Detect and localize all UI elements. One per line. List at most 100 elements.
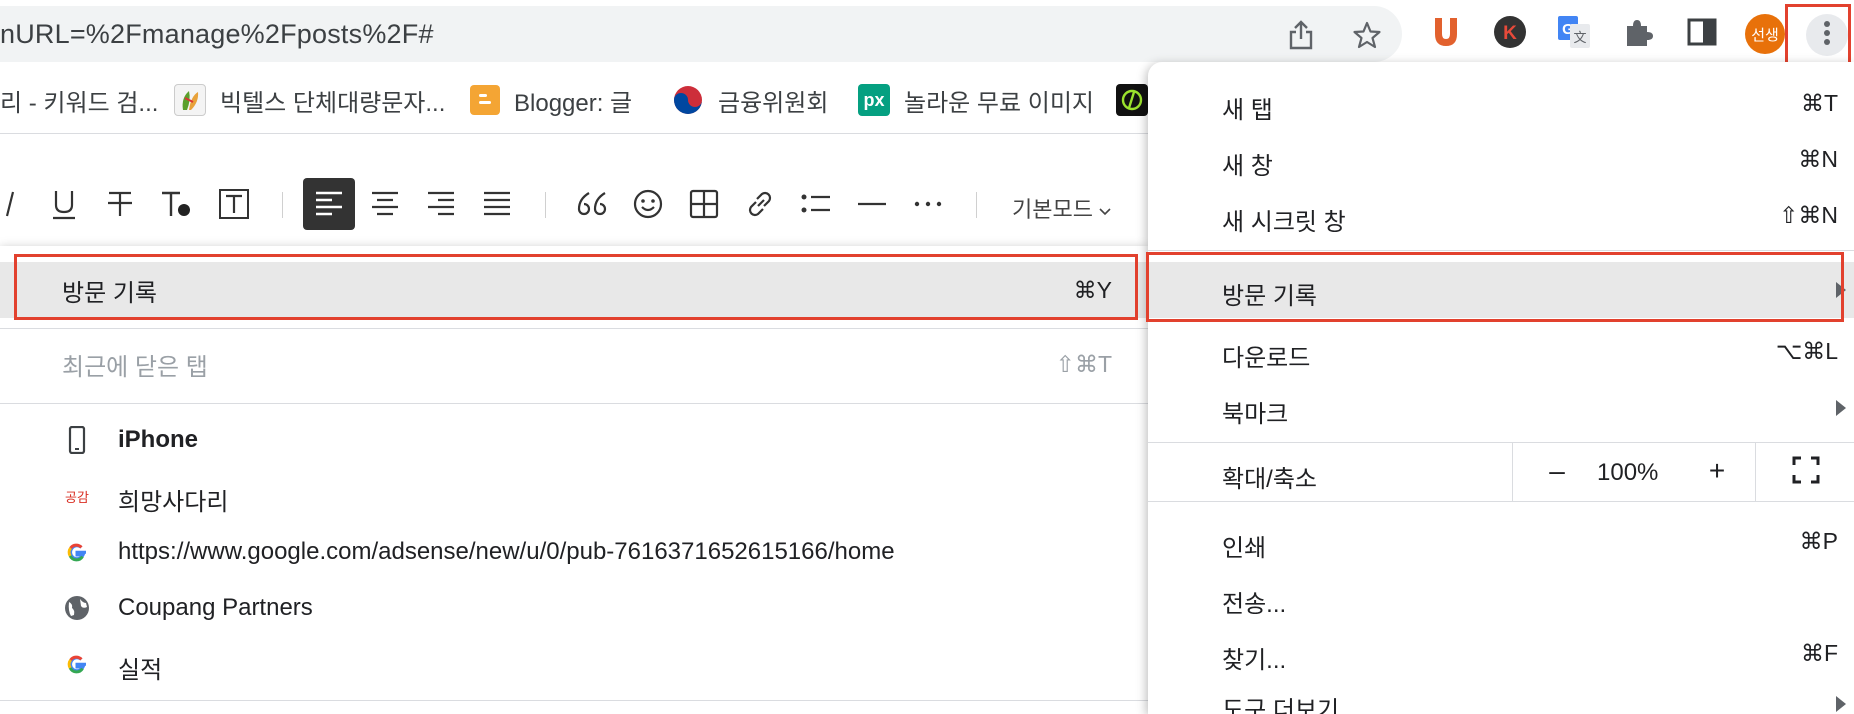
submenu-history-entry[interactable]: 실적 [0, 636, 1148, 692]
bookmark-item[interactable]: 금융위원회 [672, 82, 828, 118]
menu-item-label: 확대/축소 [1222, 466, 1317, 493]
menu-item-shortcut: ⌥⌘L [1775, 338, 1838, 364]
bookmark-item[interactable]: 리 - 키워드 검... [0, 82, 158, 118]
puzzle-extensions-icon[interactable] [1618, 12, 1658, 52]
menu-item-label: 찾기... [1222, 647, 1287, 674]
emoji-icon[interactable] [622, 178, 674, 230]
url-text[interactable]: nURL=%2Fmanage%2Fposts%2F# [0, 19, 434, 50]
bookmark-label: 빅텔스 단체대량문자... [220, 89, 446, 117]
submenu-divider [0, 700, 1148, 701]
phone-icon [62, 425, 92, 455]
zoom-out-button[interactable]: – [1537, 455, 1577, 491]
green-logo-favicon-icon [1116, 84, 1148, 116]
chrome-main-menu: 새 탭 ⌘T 새 창 ⌘N 새 시크릿 창 ⇧⌘N 방문 기록 다운로드 ⌥⌘L… [1148, 62, 1854, 714]
zoom-in-button[interactable]: + [1697, 455, 1737, 491]
align-center-icon[interactable] [359, 178, 411, 230]
menu-new-tab[interactable]: 새 탭 ⌘T [1148, 76, 1854, 132]
submenu-item-label: Coupang Partners [118, 594, 313, 621]
submenu-divider [0, 328, 1148, 329]
menu-item-label: 새 시크릿 창 [1222, 209, 1346, 236]
menu-divider [1148, 250, 1854, 251]
bullet-list-icon[interactable] [790, 178, 842, 230]
submenu-item-label: 희망사다리 [118, 489, 229, 516]
share-icon[interactable] [1286, 20, 1316, 50]
chevron-down-icon [1099, 197, 1111, 222]
submenu-recently-closed-item: 최근에 닫은 탭 ⇧⌘T [0, 336, 1148, 392]
align-left-icon[interactable] [303, 178, 355, 230]
menu-item-shortcut: ⇧⌘N [1779, 202, 1838, 228]
google-translate-icon[interactable]: G文 [1554, 12, 1594, 52]
underline-icon[interactable] [38, 178, 90, 230]
submenu-device-item[interactable]: iPhone [0, 412, 1148, 468]
submenu-history-entry[interactable]: Coupang Partners [0, 580, 1148, 636]
submenu-item-label: 실적 [118, 657, 163, 684]
link-icon[interactable] [734, 178, 786, 230]
bookmark-item[interactable]: Blogger: 글 [470, 82, 632, 118]
menu-item-shortcut: ⌘P [1799, 528, 1838, 554]
google-favicon-icon [62, 537, 92, 567]
submenu-arrow-icon [1836, 400, 1846, 416]
blogger-favicon-icon [470, 85, 500, 115]
menu-item-label: 북마크 [1222, 401, 1289, 428]
extension-u-icon[interactable] [1426, 12, 1466, 52]
zoom-controls: – 100% + [1512, 443, 1854, 501]
bookmark-item[interactable]: px 놀라운 무료 이미지 [858, 82, 1094, 118]
side-panel-icon[interactable] [1682, 12, 1722, 52]
menu-new-incognito[interactable]: 새 시크릿 창 ⇧⌘N [1148, 188, 1854, 244]
globe-icon [62, 593, 92, 623]
menu-cast[interactable]: 전송... [1148, 570, 1854, 626]
menu-new-window[interactable]: 새 창 ⌘N [1148, 132, 1854, 188]
menu-zoom-row: 확대/축소 – 100% + [1148, 442, 1854, 502]
bookmark-label: 놀라운 무료 이미지 [904, 89, 1094, 117]
align-right-icon[interactable] [415, 178, 467, 230]
editor-mode-select[interactable]: 기본모드 [1012, 192, 1111, 224]
strikethrough-icon[interactable] [94, 178, 146, 230]
quote-icon[interactable] [566, 178, 618, 230]
menu-item-label: 전송... [1222, 591, 1287, 618]
toolbar-divider [282, 192, 283, 218]
menu-item-shortcut: ⌘N [1798, 146, 1838, 172]
menu-item-shortcut: ⌘T [1800, 90, 1838, 116]
fullscreen-button[interactable] [1755, 443, 1854, 501]
omnibox[interactable]: nURL=%2Fmanage%2Fposts%2F# [0, 6, 1402, 62]
extension-k-icon[interactable]: K [1490, 12, 1530, 52]
recently-closed-label: 최근에 닫은 탭 [62, 353, 208, 381]
menu-find[interactable]: 찾기... ⌘F [1148, 626, 1854, 682]
menu-item-label: 새 창 [1222, 153, 1273, 180]
table-icon[interactable] [678, 178, 730, 230]
more-options-icon[interactable] [902, 178, 954, 230]
menu-downloads[interactable]: 다운로드 ⌥⌘L [1148, 324, 1854, 380]
editor-mode-label: 기본모드 [1012, 197, 1093, 222]
menu-item-shortcut: ⌘F [1800, 640, 1838, 666]
address-bar-row: nURL=%2Fmanage%2Fposts%2F# K G文 선생 [0, 0, 1854, 74]
italic-icon[interactable] [0, 178, 36, 230]
horizontal-rule-icon[interactable] [846, 178, 898, 230]
menu-item-label: 인쇄 [1222, 535, 1267, 562]
px-favicon-icon: px [858, 84, 890, 116]
bookmark-label: 리 - 키워드 검... [0, 89, 159, 117]
submenu-divider [0, 403, 1148, 404]
profile-avatar[interactable]: 선생 [1745, 14, 1785, 54]
submenu-item-label: iPhone [118, 426, 199, 453]
google-favicon-icon [62, 649, 92, 679]
menu-item-label: 도구 더보기 [1222, 697, 1340, 714]
toolbar-divider [976, 192, 977, 218]
leaf-favicon-icon [174, 84, 206, 116]
text-background-icon[interactable] [208, 178, 260, 230]
submenu-history-entry[interactable]: https://www.google.com/adsense/new/u/0/p… [0, 524, 1148, 580]
submenu-history-highlight [14, 254, 1138, 320]
menu-bookmarks[interactable]: 북마크 [1148, 380, 1854, 436]
fullscreen-icon [1792, 456, 1820, 489]
bookmark-label: 금융위원회 [718, 89, 829, 117]
bookmark-star-icon[interactable] [1352, 20, 1382, 50]
zoom-level: 100% [1597, 459, 1659, 486]
submenu-history-entry[interactable]: 공감 희망사다리 [0, 468, 1148, 524]
menu-print[interactable]: 인쇄 ⌘P [1148, 514, 1854, 570]
align-justify-icon[interactable] [471, 178, 523, 230]
menu-more-tools[interactable]: 도구 더보기 [1148, 676, 1854, 714]
bookmark-item[interactable]: 빅텔스 단체대량문자... [174, 82, 445, 118]
submenu-arrow-icon [1836, 696, 1846, 712]
text-color-icon[interactable] [150, 178, 202, 230]
toolbar-divider [545, 192, 546, 218]
editor-toolbar: 기본모드 [0, 170, 1150, 238]
